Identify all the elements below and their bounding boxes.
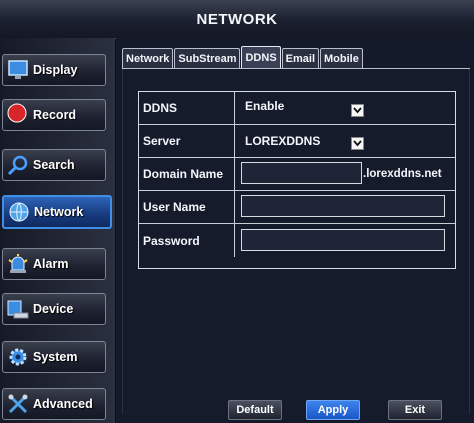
record-icon [6,103,30,127]
sidebar-item-label: Advanced [33,397,93,411]
ddns-label: DDNS [139,92,235,124]
sidebar-item-label: System [33,350,78,364]
domain-name-input[interactable] [241,162,362,184]
tab-email[interactable]: Email [281,48,320,68]
sidebar-item-label: Device [33,302,74,316]
device-icon [6,297,30,321]
alarm-icon [6,252,30,276]
tab-ddns[interactable]: DDNS [241,46,281,68]
main-panel: Network SubStream DDNS Email Mobile DDNS… [116,38,474,423]
server-select[interactable]: LOREXDDNS [245,134,320,148]
server-dropdown-chevron-icon[interactable] [351,137,364,150]
domain-name-label: Domain Name [139,158,235,190]
server-label: Server [139,125,235,157]
sidebar-item-network[interactable]: Network [2,195,112,229]
ddns-form: DDNS Enable Server LOREXDDNS Domain Name… [138,91,456,269]
window-title-bar: NETWORK [0,0,474,39]
tab-substream[interactable]: SubStream [174,48,241,68]
ddns-row: DDNS Enable [139,92,455,125]
exit-button[interactable]: Exit [388,400,442,420]
sidebar-item-advanced[interactable]: Advanced [2,388,106,420]
user-name-row: User Name [139,191,455,224]
domain-name-row: Domain Name .lorexddns.net [139,158,455,191]
ddns-select[interactable]: Enable [245,99,284,113]
tab-network[interactable]: Network [122,48,174,68]
ddns-dropdown-chevron-icon[interactable] [351,104,364,117]
network-icon [7,200,31,224]
window-title: NETWORK [196,10,278,28]
sidebar-item-system[interactable]: System [2,341,106,373]
system-icon [6,345,30,369]
sidebar-item-record[interactable]: Record [2,99,106,131]
sidebar-item-display[interactable]: Display [2,54,106,86]
server-row: Server LOREXDDNS [139,125,455,158]
user-name-input[interactable] [241,195,445,217]
sidebar-item-label: Network [34,205,84,219]
password-input[interactable] [241,229,445,251]
sidebar-item-alarm[interactable]: Alarm [2,248,106,280]
domain-suffix: .lorexddns.net [363,168,442,180]
sidebar-item-search[interactable]: Search [2,149,106,181]
sidebar-item-device[interactable]: Device [2,293,106,325]
password-label: Password [139,224,235,257]
search-icon [6,153,30,177]
password-row: Password [139,224,455,257]
display-icon [6,58,30,82]
sidebar-item-label: Alarm [33,257,69,271]
tab-bar: Network SubStream DDNS Email Mobile [122,46,364,70]
sidebar-item-label: Search [33,158,75,172]
sidebar-item-label: Display [33,63,78,77]
sidebar-item-label: Record [33,108,77,122]
default-button[interactable]: Default [228,400,282,420]
sidebar: Display Record Search Network Alarm Devi… [0,38,115,423]
apply-button[interactable]: Apply [306,400,360,420]
tab-mobile[interactable]: Mobile [320,48,363,68]
advanced-icon [6,392,30,416]
user-name-label: User Name [139,191,235,223]
